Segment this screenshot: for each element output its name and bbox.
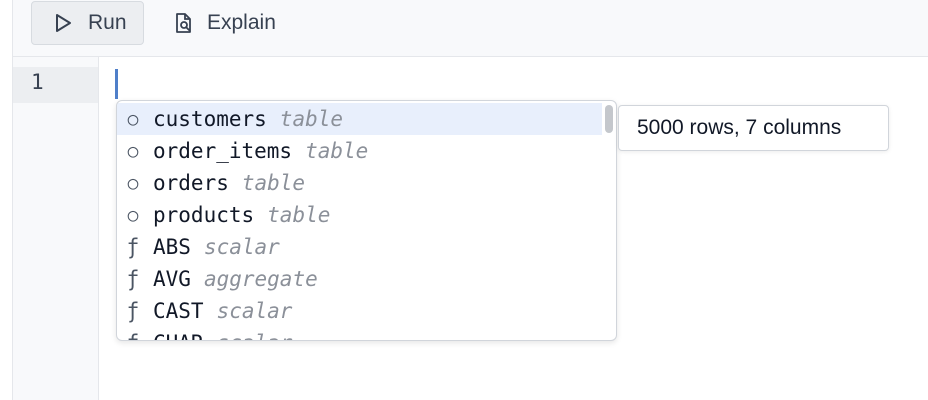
run-button[interactable]: Run — [31, 1, 144, 45]
document-search-icon — [173, 12, 195, 34]
autocomplete-list: ○ customers table ○ order_items table ○ orders t… — [117, 103, 602, 340]
autocomplete-dropdown[interactable]: ○ customers table ○ order_items table ○ orders t… — [116, 100, 617, 341]
table-circle-icon: ○ — [127, 108, 139, 130]
play-icon — [52, 12, 74, 34]
autocomplete-item-kind: scalar — [203, 235, 280, 259]
autocomplete-item-name: customers — [153, 107, 267, 131]
autocomplete-item-kind: table — [279, 107, 344, 131]
autocomplete-item[interactable]: ○ orders table — [117, 167, 602, 199]
autocomplete-item-name: products — [153, 203, 255, 227]
autocomplete-item[interactable]: ○ products table — [117, 199, 602, 231]
table-circle-icon: ○ — [127, 140, 139, 162]
text-cursor — [115, 69, 118, 99]
autocomplete-item-kind: table — [241, 171, 306, 195]
table-circle-icon: ○ — [127, 172, 139, 194]
autocomplete-item-kind: table — [305, 139, 369, 163]
autocomplete-item-kind: scalar — [216, 299, 293, 323]
autocomplete-item-name: CAST — [153, 299, 204, 323]
table-circle-icon: ○ — [127, 204, 139, 226]
function-icon: ƒ — [126, 299, 140, 323]
autocomplete-item-kind: aggregate — [203, 267, 318, 291]
explain-button[interactable]: Explain — [169, 1, 276, 45]
function-icon: ƒ — [126, 235, 140, 259]
completion-info-tooltip: 5000 rows, 7 columns — [618, 105, 889, 151]
autocomplete-item[interactable]: ƒ AVG aggregate — [117, 263, 602, 295]
autocomplete-item[interactable]: ƒ ABS scalar — [117, 231, 602, 263]
autocomplete-item-name: CHAR — [153, 331, 204, 340]
completion-info-text: 5000 rows, 7 columns — [637, 116, 842, 139]
active-line-highlight — [13, 67, 98, 103]
autocomplete-item-name: ABS — [153, 235, 191, 259]
autocomplete-item[interactable]: ○ order_items table — [117, 135, 602, 167]
function-icon: ƒ — [126, 267, 140, 291]
query-toolbar: Run Explain — [13, 0, 928, 57]
line-gutter: 1 — [13, 57, 99, 400]
autocomplete-scrollbar[interactable] — [605, 105, 613, 133]
line-number: 1 — [31, 70, 44, 94]
autocomplete-item-kind: table — [267, 203, 331, 227]
autocomplete-item-name: orders — [153, 171, 229, 195]
run-button-label: Run — [88, 11, 127, 34]
explain-button-label: Explain — [207, 11, 276, 34]
function-icon: ƒ — [125, 331, 141, 340]
autocomplete-item-name: order_items — [153, 139, 293, 163]
autocomplete-item-name: AVG — [153, 267, 191, 291]
autocomplete-item[interactable]: ƒ CAST scalar — [117, 295, 602, 327]
autocomplete-item[interactable]: ○ customers table — [117, 103, 602, 135]
autocomplete-item[interactable]: ƒ CHAR scalar — [117, 327, 602, 340]
autocomplete-item-kind: scalar — [217, 331, 293, 340]
